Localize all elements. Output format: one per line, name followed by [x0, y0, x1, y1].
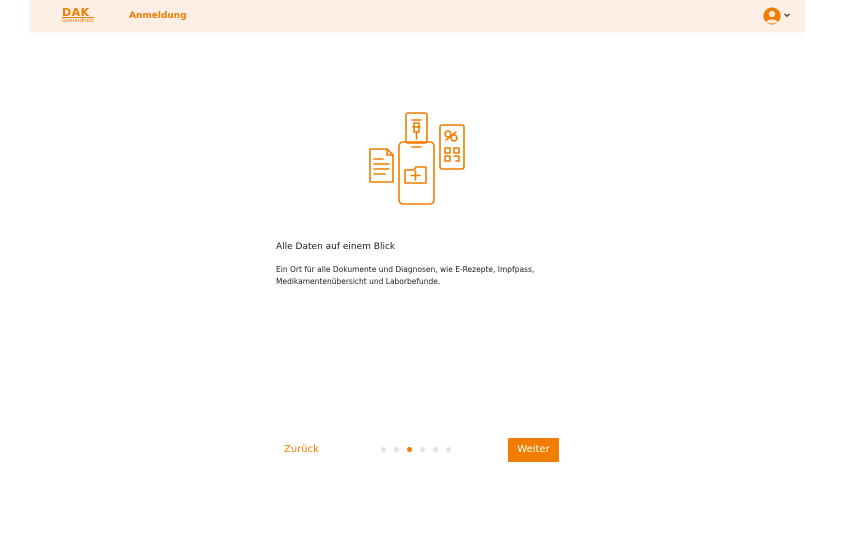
back-button[interactable]: Zurück — [278, 442, 325, 458]
pagination-dot-6[interactable] — [446, 447, 451, 452]
description-line-1: Ein Ort für alle Dokumente und Diagnosen… — [276, 265, 535, 274]
logo-tagline: Gesundheit — [62, 18, 94, 24]
pagination-dot-4[interactable] — [420, 447, 425, 452]
dak-logo[interactable]: DAK Gesundheit — [62, 7, 96, 27]
top-header: DAK Gesundheit Anmeldung — [30, 0, 805, 32]
onboarding-description: Ein Ort für alle Dokumente und Diagnosen… — [276, 264, 576, 288]
health-documents-illustration — [369, 112, 465, 205]
page-title: Anmeldung — [129, 11, 187, 21]
next-button[interactable]: Weiter — [508, 438, 559, 462]
pagination-dot-5[interactable] — [433, 447, 438, 452]
document-icon — [369, 148, 394, 183]
onboarding-headline: Alle Daten auf einem Blick — [276, 242, 396, 252]
qr-code-card-icon — [439, 124, 465, 170]
smartphone-icon — [398, 141, 435, 205]
pagination-dot-3[interactable] — [407, 447, 412, 452]
pagination-dot-2[interactable] — [394, 447, 399, 452]
vaccine-card-icon — [405, 112, 428, 144]
description-line-2: Medikamentenübersicht und Laborbefunde. — [276, 277, 441, 286]
pagination-dot-1[interactable] — [381, 447, 386, 452]
chevron-down-icon[interactable] — [783, 11, 791, 19]
user-avatar-icon[interactable] — [763, 7, 781, 25]
